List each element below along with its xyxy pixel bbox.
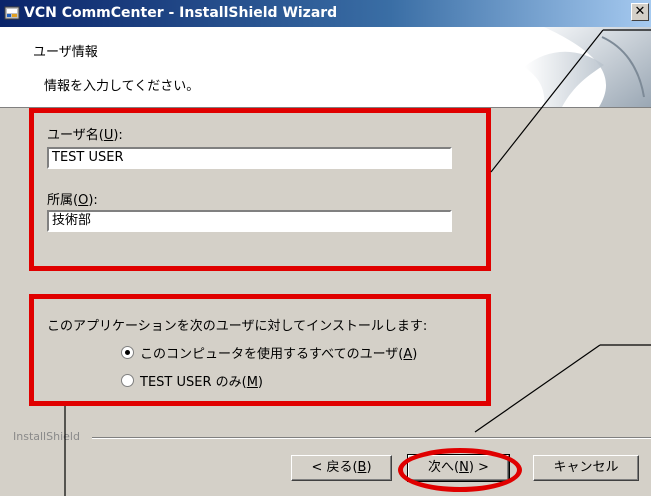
callout-line-user-info [490,29,604,173]
callout-line-next [474,344,601,433]
annotation-callout-lines [64,29,651,496]
installshield-wizard-window: VCN CommCenter - InstallShield Wizard ✕ … [0,0,651,496]
